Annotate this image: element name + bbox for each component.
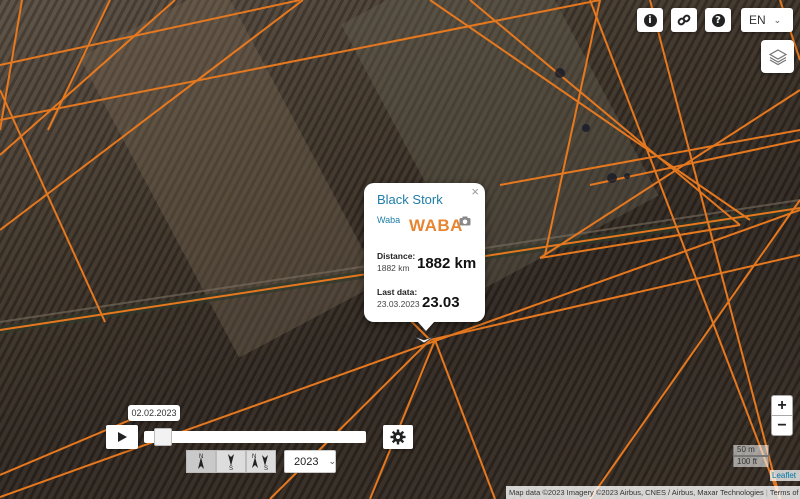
popup-pointer bbox=[417, 321, 435, 331]
timeline-slider[interactable] bbox=[144, 431, 366, 443]
play-button[interactable] bbox=[106, 425, 138, 449]
distance-small-value: 1882 km bbox=[377, 263, 410, 273]
leaflet-link[interactable]: Leaflet bbox=[770, 470, 800, 481]
scale-metric: 50 m bbox=[733, 445, 769, 456]
attribution-text: Map data ©2023 Imagery ©2023 Airbus, CNE… bbox=[509, 488, 764, 497]
camera-icon[interactable] bbox=[459, 213, 471, 231]
language-value: EN bbox=[749, 13, 766, 27]
gear-icon bbox=[390, 429, 406, 445]
north-south-arrow-icon: N S bbox=[252, 454, 268, 471]
year-value: 2023 bbox=[294, 455, 319, 468]
map-attribution: Map data ©2023 Imagery ©2023 Airbus, CNE… bbox=[506, 486, 800, 499]
distance-label: Distance: bbox=[377, 251, 416, 261]
layers-button[interactable] bbox=[761, 40, 794, 73]
info-button[interactable]: i bbox=[637, 8, 663, 32]
settings-button[interactable] bbox=[383, 425, 413, 449]
direction-south-button[interactable]: S bbox=[216, 450, 246, 473]
chevron-down-icon: ⌄ bbox=[328, 456, 337, 466]
last-data-small-value: 23.03.2023 bbox=[377, 299, 420, 309]
popup-organization[interactable]: Waba bbox=[377, 215, 400, 225]
zoom-out-button[interactable]: − bbox=[771, 415, 793, 436]
scale-imperial: 100 ft bbox=[733, 456, 769, 467]
last-data-value: 23.03 bbox=[422, 294, 460, 311]
link-icon bbox=[677, 14, 691, 26]
zoom-in-button[interactable]: + bbox=[771, 395, 793, 416]
timeline-handle[interactable] bbox=[154, 428, 173, 446]
direction-north-button[interactable]: N bbox=[186, 450, 216, 473]
organization-logo: WABA bbox=[409, 216, 463, 235]
popup-title[interactable]: Black Stork bbox=[377, 192, 443, 207]
help-button[interactable]: ? bbox=[705, 8, 731, 32]
south-arrow-icon: S bbox=[228, 454, 234, 471]
svg-text:N: N bbox=[252, 454, 256, 460]
direction-north-south-button[interactable]: N S bbox=[246, 450, 276, 473]
terms-of-use-link[interactable]: Terms of Use bbox=[770, 488, 800, 497]
svg-text:S: S bbox=[264, 466, 268, 471]
animal-popup: × Black Stork Waba WABA Distance: 1882 k… bbox=[364, 183, 485, 322]
language-select[interactable]: EN ⌄ bbox=[741, 8, 793, 32]
last-data-label: Last data: bbox=[377, 287, 418, 297]
distance-value: 1882 km bbox=[417, 255, 477, 272]
chevron-down-icon: ⌄ bbox=[773, 14, 782, 25]
help-icon: ? bbox=[711, 13, 725, 27]
year-select[interactable]: 2023 ⌄ bbox=[284, 450, 336, 473]
share-link-button[interactable] bbox=[671, 8, 697, 32]
svg-text:S: S bbox=[229, 466, 233, 471]
layers-icon bbox=[768, 48, 787, 65]
info-icon: i bbox=[643, 13, 657, 27]
north-arrow-icon: N bbox=[198, 454, 204, 469]
date-tooltip: 02.02.2023 bbox=[128, 405, 180, 421]
play-icon bbox=[118, 432, 127, 442]
popup-close-button[interactable]: × bbox=[471, 184, 479, 199]
